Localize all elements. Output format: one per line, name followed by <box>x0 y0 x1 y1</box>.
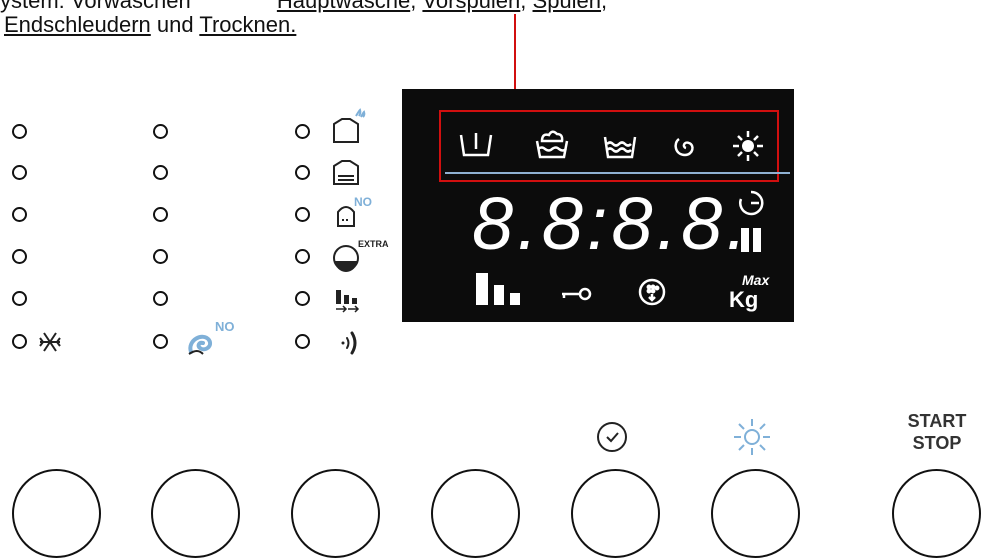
cold-wash-icon <box>39 332 61 352</box>
digit-display: 8.8:8.8. <box>472 182 751 265</box>
caption-item-dry: Trocknen. <box>199 12 297 37</box>
option-led-col3-row4 <box>295 249 310 264</box>
dry-icon <box>733 131 763 161</box>
option-led-col2-row4 <box>153 249 168 264</box>
option-button-1[interactable] <box>12 469 101 558</box>
no-spin-icon <box>188 334 212 355</box>
option-led-col2-row5 <box>153 291 168 306</box>
option-led-col3-row5 <box>295 291 310 306</box>
delay-start-button[interactable] <box>571 469 660 558</box>
max-load-icon: Kg Max <box>729 272 770 312</box>
caption-line-2: Endschleudern und Trocknen. <box>4 14 296 36</box>
option-led-col1-row3 <box>12 207 27 222</box>
caption-line-1: ystem: Vorwaschen Hauptwäsche, Vorspülen… <box>0 0 607 12</box>
no-spin-label: NO <box>215 319 235 334</box>
mainwash-icon <box>535 130 569 159</box>
extra-dry-icon <box>333 108 366 143</box>
option-led-col2-row3 <box>153 207 168 222</box>
caption-item-mainwash: Hauptwäsche <box>276 0 411 13</box>
option-led-col1-row6 <box>12 334 27 349</box>
start-stop-button[interactable] <box>892 469 981 558</box>
option-led-col1-row5 <box>12 291 27 306</box>
spin-speed-icon <box>333 245 359 272</box>
no-label-iron: NO <box>354 195 372 209</box>
door-lock-key-icon <box>562 287 592 301</box>
option-led-col3-row2 <box>295 165 310 180</box>
option-led-col2-row6 <box>153 334 168 349</box>
lcd-graphics: 8.8:8.8. Kg Max <box>459 130 770 312</box>
option-led-col1-row2 <box>12 165 27 180</box>
option-led-col2-row1 <box>153 124 168 139</box>
caption-item-rinse: Spülen <box>532 0 602 13</box>
start-stop-label: START STOP <box>904 410 970 454</box>
option-button-2[interactable] <box>151 469 240 558</box>
load-level-icon <box>476 273 520 305</box>
load-level-small-icon <box>336 290 360 313</box>
stop-label: STOP <box>912 433 962 453</box>
drying-icon <box>734 419 770 455</box>
option-led-col3-row6 <box>295 334 310 349</box>
start-label: START <box>907 411 967 431</box>
option-button-3[interactable] <box>291 469 380 558</box>
caption-item-prerinse: Vorspülen <box>422 0 521 13</box>
instruction-caption: ystem: Vorwaschen Hauptwäsche, Vorspülen… <box>0 0 983 44</box>
option-led-col3-row1 <box>295 124 310 139</box>
option-led-col1-row1 <box>12 124 27 139</box>
option-led-col1-row4 <box>12 249 27 264</box>
extra-label: EXTRA <box>358 239 389 249</box>
water-drop-icon <box>638 278 666 306</box>
max-label: Max <box>742 272 770 288</box>
caption-joiner: und <box>150 12 200 37</box>
spin-icon <box>674 137 694 157</box>
sound-icon <box>341 331 357 355</box>
iron-dry-icon <box>333 160 359 185</box>
extra-rinse-icon <box>337 206 355 227</box>
rinse-icon <box>603 136 637 159</box>
delay-start-icon <box>597 422 627 452</box>
kg-label: Kg <box>729 287 758 312</box>
lcd-display: 8.8:8.8. Kg Max <box>402 89 794 322</box>
caption-item-spin: Endschleudern <box>4 12 151 37</box>
pause-icon <box>741 228 761 252</box>
option-led-col3-row3 <box>295 207 310 222</box>
option-button-4[interactable] <box>431 469 520 558</box>
option-led-col2-row2 <box>153 165 168 180</box>
drying-button[interactable] <box>711 469 800 558</box>
prewash-icon <box>459 133 493 157</box>
